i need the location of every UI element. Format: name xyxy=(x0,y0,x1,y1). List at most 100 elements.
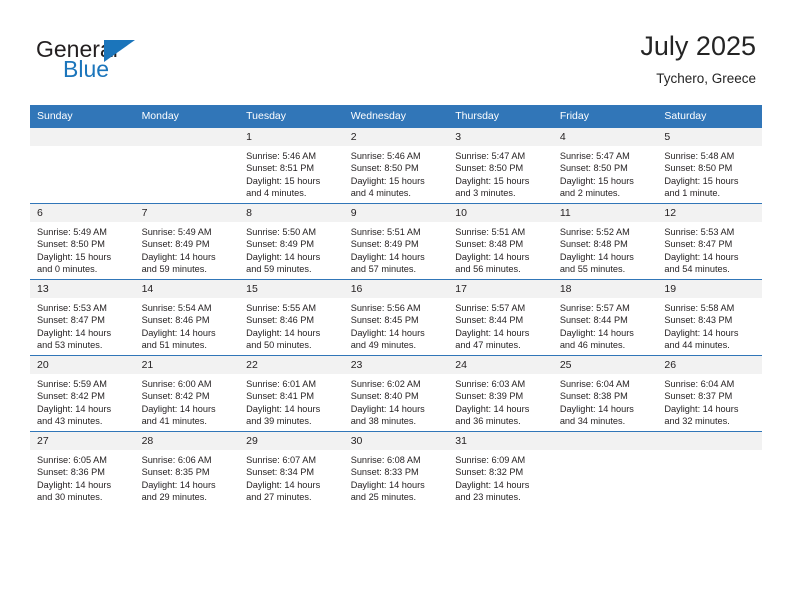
calendar-week-row: 13 Sunrise: 5:53 AM Sunset: 8:47 PM Dayligh… xyxy=(30,279,762,356)
page-header: General Blue July 2025 Tychero, Greece xyxy=(0,0,792,104)
daylight-text-line2: and 56 minutes. xyxy=(455,264,521,275)
day-details: Sunrise: 6:04 AM Sunset: 8:38 PM Daylight:… xyxy=(553,374,658,428)
calendar-day-cell[interactable]: 15 Sunrise: 5:55 AM Sunset: 8:46 PM Dayligh… xyxy=(239,279,344,356)
sunset-text: Sunset: 8:49 PM xyxy=(246,239,315,250)
calendar-day-cell[interactable]: 2 Sunrise: 5:46 AM Sunset: 8:50 PM Daylight… xyxy=(343,127,449,204)
calendar-day-cell[interactable]: 10 Sunrise: 5:51 AM Sunset: 8:48 PM Dayligh… xyxy=(448,203,553,280)
calendar-day-cell[interactable]: 13 Sunrise: 5:53 AM Sunset: 8:47 PM Dayligh… xyxy=(30,279,135,356)
sunrise-text: Sunrise: 6:02 AM xyxy=(350,379,421,389)
calendar-day-cell[interactable]: 3 Sunrise: 5:47 AM Sunset: 8:50 PM Daylight… xyxy=(448,127,553,204)
weekday-header-tuesday: Tuesday xyxy=(239,105,344,128)
daylight-text-line1: Daylight: 14 hours xyxy=(350,251,425,262)
day-number: 19 xyxy=(657,280,762,298)
day-details: Sunrise: 5:59 AM Sunset: 8:42 PM Daylight:… xyxy=(30,374,135,428)
sunset-text: Sunset: 8:46 PM xyxy=(246,315,315,326)
day-details: Sunrise: 6:00 AM Sunset: 8:42 PM Daylight:… xyxy=(135,374,240,428)
calendar-day-cell[interactable]: 4 Sunrise: 5:47 AM Sunset: 8:50 PM Daylight… xyxy=(552,127,658,204)
day-number: 7 xyxy=(134,204,240,222)
daylight-text-line2: and 36 minutes. xyxy=(455,416,521,427)
day-details: Sunrise: 5:53 AM Sunset: 8:47 PM Daylight:… xyxy=(657,222,762,276)
calendar-day-cell[interactable]: 21 Sunrise: 6:00 AM Sunset: 8:42 PM Dayligh… xyxy=(134,355,240,432)
calendar-day-cell[interactable]: 8 Sunrise: 5:50 AM Sunset: 8:49 PM Daylight… xyxy=(239,203,344,280)
sunset-text: Sunset: 8:49 PM xyxy=(350,239,419,250)
sunrise-text: Sunrise: 5:47 AM xyxy=(455,151,526,161)
daylight-text-line2: and 55 minutes. xyxy=(559,264,626,275)
sunset-text: Sunset: 8:44 PM xyxy=(455,315,524,326)
daylight-text-line1: Daylight: 14 hours xyxy=(664,251,739,262)
weekday-header-wednesday: Wednesday xyxy=(343,105,449,128)
daylight-text-line1: Daylight: 15 hours xyxy=(350,175,425,186)
calendar-day-cell[interactable]: 6 Sunrise: 5:49 AM Sunset: 8:50 PM Daylight… xyxy=(30,203,135,280)
calendar-day-cell[interactable]: 16 Sunrise: 5:56 AM Sunset: 8:45 PM Dayligh… xyxy=(343,279,449,356)
sunset-text: Sunset: 8:33 PM xyxy=(350,467,419,478)
sunset-text: Sunset: 8:50 PM xyxy=(350,163,419,174)
calendar-day-cell[interactable]: 14 Sunrise: 5:54 AM Sunset: 8:46 PM Dayligh… xyxy=(134,279,240,356)
daylight-text-line2: and 2 minutes. xyxy=(559,188,621,199)
sunrise-text: Sunrise: 5:55 AM xyxy=(246,303,317,313)
general-blue-logo[interactable]: General Blue xyxy=(36,36,236,92)
calendar-day-cell[interactable]: 17 Sunrise: 5:57 AM Sunset: 8:44 PM Dayligh… xyxy=(448,279,553,356)
daylight-text-line1: Daylight: 14 hours xyxy=(664,327,739,338)
sunset-text: Sunset: 8:34 PM xyxy=(246,467,315,478)
sunrise-text: Sunrise: 6:07 AM xyxy=(246,455,317,465)
calendar-week-row: 20 Sunrise: 5:59 AM Sunset: 8:42 PM Dayligh… xyxy=(30,355,762,432)
day-details: Sunrise: 5:57 AM Sunset: 8:44 PM Daylight:… xyxy=(553,298,658,352)
day-number: 30 xyxy=(343,432,449,450)
calendar-cell-empty xyxy=(134,127,240,204)
calendar-day-cell[interactable]: 28 Sunrise: 6:06 AM Sunset: 8:35 PM Dayligh… xyxy=(134,431,240,507)
day-details: Sunrise: 5:52 AM Sunset: 8:48 PM Daylight:… xyxy=(553,222,658,276)
calendar-day-cell[interactable]: 18 Sunrise: 5:57 AM Sunset: 8:44 PM Dayligh… xyxy=(552,279,658,356)
daylight-text-line2: and 32 minutes. xyxy=(664,416,730,427)
day-number: 1 xyxy=(239,128,344,146)
daylight-text-line2: and 0 minutes. xyxy=(37,264,98,275)
calendar-day-cell[interactable]: 27 Sunrise: 6:05 AM Sunset: 8:36 PM Dayligh… xyxy=(30,431,135,507)
sunset-text: Sunset: 8:50 PM xyxy=(37,239,105,250)
calendar-day-cell[interactable]: 24 Sunrise: 6:03 AM Sunset: 8:39 PM Dayligh… xyxy=(448,355,553,432)
calendar-day-cell[interactable]: 23 Sunrise: 6:02 AM Sunset: 8:40 PM Dayligh… xyxy=(343,355,449,432)
calendar-day-cell[interactable]: 30 Sunrise: 6:08 AM Sunset: 8:33 PM Dayligh… xyxy=(343,431,449,507)
day-number: 18 xyxy=(552,280,658,298)
daylight-text-line2: and 53 minutes. xyxy=(37,340,103,351)
calendar-cell-empty xyxy=(657,431,762,507)
calendar-day-cell[interactable]: 5 Sunrise: 5:48 AM Sunset: 8:50 PM Daylight… xyxy=(657,127,762,204)
calendar-day-cell[interactable]: 31 Sunrise: 6:09 AM Sunset: 8:32 PM Dayligh… xyxy=(448,431,553,507)
day-details: Sunrise: 5:50 AM Sunset: 8:49 PM Daylight:… xyxy=(239,222,344,276)
daylight-text-line1: Daylight: 14 hours xyxy=(246,251,321,262)
calendar-day-cell[interactable]: 9 Sunrise: 5:51 AM Sunset: 8:49 PM Daylight… xyxy=(343,203,449,280)
calendar-day-cell[interactable]: 19 Sunrise: 5:58 AM Sunset: 8:43 PM Dayligh… xyxy=(657,279,762,356)
calendar-day-cell[interactable]: 29 Sunrise: 6:07 AM Sunset: 8:34 PM Dayligh… xyxy=(239,431,344,507)
day-number: 27 xyxy=(30,432,135,450)
daylight-text-line2: and 4 minutes. xyxy=(246,188,307,199)
day-details: Sunrise: 6:04 AM Sunset: 8:37 PM Daylight:… xyxy=(657,374,762,428)
sunrise-text: Sunrise: 5:48 AM xyxy=(664,151,735,161)
daylight-text-line2: and 34 minutes. xyxy=(559,416,626,427)
weekday-header-friday: Friday xyxy=(552,105,658,128)
day-details: Sunrise: 6:01 AM Sunset: 8:41 PM Daylight:… xyxy=(239,374,344,428)
sunrise-text: Sunrise: 5:49 AM xyxy=(37,227,107,237)
sunset-text: Sunset: 8:42 PM xyxy=(37,391,105,402)
calendar-day-cell[interactable]: 22 Sunrise: 6:01 AM Sunset: 8:41 PM Dayligh… xyxy=(239,355,344,432)
calendar-day-cell[interactable]: 25 Sunrise: 6:04 AM Sunset: 8:38 PM Dayligh… xyxy=(552,355,658,432)
day-details: Sunrise: 5:54 AM Sunset: 8:46 PM Daylight:… xyxy=(135,298,240,352)
daylight-text-line1: Daylight: 14 hours xyxy=(350,479,425,490)
sunset-text: Sunset: 8:38 PM xyxy=(559,391,628,402)
daylight-text-line1: Daylight: 14 hours xyxy=(350,403,425,414)
daylight-text-line1: Daylight: 14 hours xyxy=(455,251,530,262)
calendar-day-cell[interactable]: 11 Sunrise: 5:52 AM Sunset: 8:48 PM Dayligh… xyxy=(552,203,658,280)
sunset-text: Sunset: 8:46 PM xyxy=(141,315,210,326)
sunset-text: Sunset: 8:44 PM xyxy=(559,315,628,326)
sunrise-text: Sunrise: 5:57 AM xyxy=(455,303,526,313)
calendar-day-cell[interactable]: 12 Sunrise: 5:53 AM Sunset: 8:47 PM Dayligh… xyxy=(657,203,762,280)
calendar-day-cell[interactable]: 1 Sunrise: 5:46 AM Sunset: 8:51 PM Daylight… xyxy=(239,127,344,204)
sunrise-text: Sunrise: 6:00 AM xyxy=(141,379,212,389)
day-number: 24 xyxy=(448,356,553,374)
calendar-body: 1 Sunrise: 5:46 AM Sunset: 8:51 PM Daylight… xyxy=(30,127,762,507)
calendar-day-cell[interactable]: 26 Sunrise: 6:04 AM Sunset: 8:37 PM Dayligh… xyxy=(657,355,762,432)
sunrise-text: Sunrise: 5:46 AM xyxy=(350,151,421,161)
calendar-week-row: 27 Sunrise: 6:05 AM Sunset: 8:36 PM Dayligh… xyxy=(30,431,762,507)
calendar-day-cell[interactable]: 7 Sunrise: 5:49 AM Sunset: 8:49 PM Daylight… xyxy=(134,203,240,280)
calendar-day-cell[interactable]: 20 Sunrise: 5:59 AM Sunset: 8:42 PM Dayligh… xyxy=(30,355,135,432)
sunrise-text: Sunrise: 6:09 AM xyxy=(455,455,526,465)
daylight-text-line2: and 54 minutes. xyxy=(664,264,730,275)
sunrise-text: Sunrise: 5:53 AM xyxy=(37,303,107,313)
